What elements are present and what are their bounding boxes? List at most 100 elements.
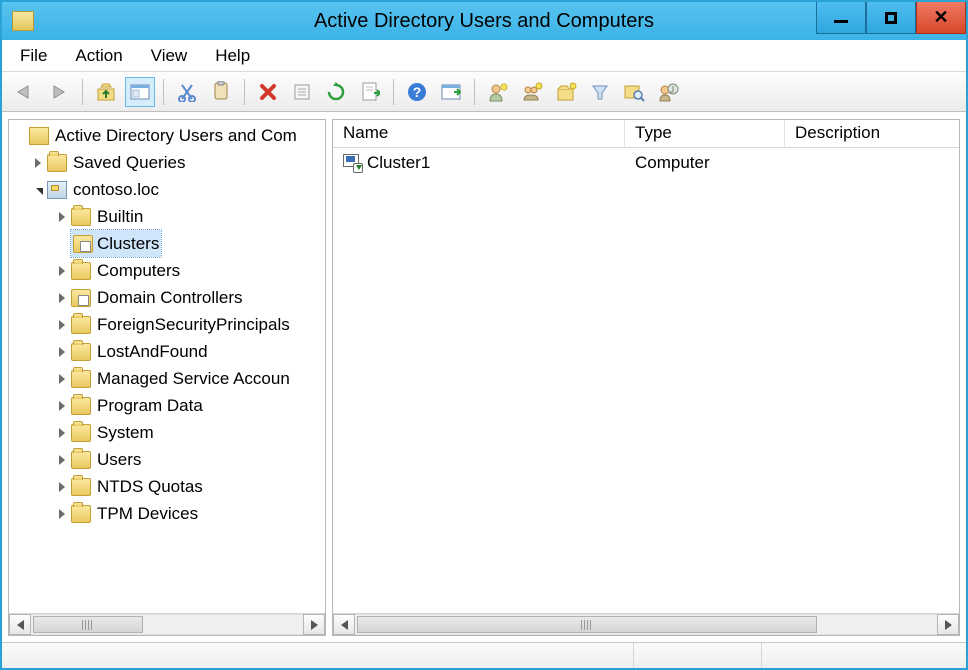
status-cell-1	[2, 643, 633, 668]
column-type[interactable]: Type	[625, 120, 785, 147]
scroll-left-button[interactable]	[333, 614, 355, 635]
list-row[interactable]: Cluster1 Computer	[333, 150, 959, 175]
menu-view[interactable]: View	[137, 42, 202, 70]
new-ou-button[interactable]	[551, 77, 581, 107]
client-area: Active Directory Users and Com Saved Que…	[2, 112, 966, 642]
tree-users[interactable]: Users	[11, 446, 325, 473]
expander-icon[interactable]	[55, 507, 69, 521]
folder-icon	[71, 505, 91, 523]
properties-button[interactable]	[287, 77, 317, 107]
scroll-thumb[interactable]	[357, 616, 817, 633]
tree-domain-controllers[interactable]: Domain Controllers	[11, 284, 325, 311]
tree-tpm[interactable]: TPM Devices	[11, 500, 325, 527]
folder-icon	[71, 451, 91, 469]
scroll-track[interactable]	[31, 614, 303, 635]
tree-label: TPM Devices	[97, 500, 198, 527]
tree-label: NTDS Quotas	[97, 473, 203, 500]
column-description[interactable]: Description	[785, 120, 959, 147]
expander-icon[interactable]	[55, 210, 69, 224]
minimize-button[interactable]	[816, 2, 866, 34]
tree-root-label: Active Directory Users and Com	[55, 122, 297, 149]
tree-label: Clusters	[97, 230, 159, 257]
delete-button[interactable]	[253, 77, 283, 107]
tree-root[interactable]: Active Directory Users and Com	[11, 122, 325, 149]
expander-icon[interactable]	[55, 453, 69, 467]
filter-button[interactable]	[585, 77, 615, 107]
folder-icon	[47, 154, 67, 172]
expander-icon[interactable]	[31, 183, 45, 197]
tree-lostandfound[interactable]: LostAndFound	[11, 338, 325, 365]
ou-icon	[71, 289, 91, 307]
tree-label: System	[97, 419, 154, 446]
tree-ntds[interactable]: NTDS Quotas	[11, 473, 325, 500]
tree-label: Saved Queries	[73, 149, 185, 176]
tree-label: contoso.loc	[73, 176, 159, 203]
tree-msa[interactable]: Managed Service Accoun	[11, 365, 325, 392]
title-bar[interactable]: Active Directory Users and Computers ✕	[2, 2, 966, 40]
help-button[interactable]: ?	[402, 77, 432, 107]
close-button[interactable]: ✕	[916, 2, 966, 34]
scroll-right-button[interactable]	[937, 614, 959, 635]
tree-clusters[interactable]: Clusters	[11, 230, 325, 257]
show-hide-tree-button[interactable]	[125, 77, 155, 107]
tree-builtin[interactable]: Builtin	[11, 203, 325, 230]
list-pane: Name Type Description Cluster1 Computer	[332, 119, 960, 636]
tree-saved-queries[interactable]: Saved Queries	[11, 149, 325, 176]
expander-icon[interactable]	[55, 291, 69, 305]
copy-button[interactable]	[206, 77, 236, 107]
tree-label: Computers	[97, 257, 180, 284]
menu-action[interactable]: Action	[61, 42, 136, 70]
forward-button[interactable]	[44, 77, 74, 107]
list-header: Name Type Description	[333, 120, 959, 148]
tree-label: Program Data	[97, 392, 203, 419]
list-hscroll[interactable]	[333, 613, 959, 635]
expander-icon[interactable]	[55, 426, 69, 440]
expander-icon[interactable]	[55, 318, 69, 332]
ou-icon	[73, 235, 93, 253]
expander-icon[interactable]	[55, 399, 69, 413]
list-body[interactable]: Cluster1 Computer	[333, 148, 959, 613]
menu-file[interactable]: File	[6, 42, 61, 70]
status-cell-3	[761, 643, 966, 668]
status-cell-2	[633, 643, 761, 668]
app-icon	[12, 11, 34, 31]
maximize-button[interactable]	[866, 2, 916, 34]
expander-icon[interactable]	[55, 480, 69, 494]
tree-body[interactable]: Active Directory Users and Com Saved Que…	[9, 120, 325, 613]
folder-icon	[71, 343, 91, 361]
tree-label: Managed Service Accoun	[97, 365, 290, 392]
window-controls: ✕	[816, 2, 966, 40]
tree-domain[interactable]: contoso.loc	[11, 176, 325, 203]
scroll-left-button[interactable]	[9, 614, 31, 635]
scroll-right-button[interactable]	[303, 614, 325, 635]
folder-icon	[71, 478, 91, 496]
aduc-window: Active Directory Users and Computers ✕ F…	[0, 0, 968, 670]
export-list-button[interactable]	[355, 77, 385, 107]
toolbar: ?	[2, 72, 966, 112]
tree-pane: Active Directory Users and Com Saved Que…	[8, 119, 326, 636]
folder-icon	[71, 208, 91, 226]
refresh-button[interactable]	[321, 77, 351, 107]
tree-computers[interactable]: Computers	[11, 257, 325, 284]
tree-hscroll[interactable]	[9, 613, 325, 635]
scroll-thumb[interactable]	[33, 616, 143, 633]
scroll-track[interactable]	[355, 614, 937, 635]
tree-system[interactable]: System	[11, 419, 325, 446]
console-window-button[interactable]	[436, 77, 466, 107]
expander-icon[interactable]	[55, 372, 69, 386]
expander-icon[interactable]	[55, 345, 69, 359]
menu-help[interactable]: Help	[201, 42, 264, 70]
column-name[interactable]: Name	[333, 120, 625, 147]
cut-button[interactable]	[172, 77, 202, 107]
expander-icon[interactable]	[55, 264, 69, 278]
tree-program-data[interactable]: Program Data	[11, 392, 325, 419]
up-level-button[interactable]	[91, 77, 121, 107]
new-group-button[interactable]	[517, 77, 547, 107]
add-query-button[interactable]	[653, 77, 683, 107]
expander-icon[interactable]	[31, 156, 45, 170]
back-button[interactable]	[10, 77, 40, 107]
find-button[interactable]	[619, 77, 649, 107]
tree-fsp[interactable]: ForeignSecurityPrincipals	[11, 311, 325, 338]
new-user-button[interactable]	[483, 77, 513, 107]
row-name: Cluster1	[367, 153, 430, 173]
